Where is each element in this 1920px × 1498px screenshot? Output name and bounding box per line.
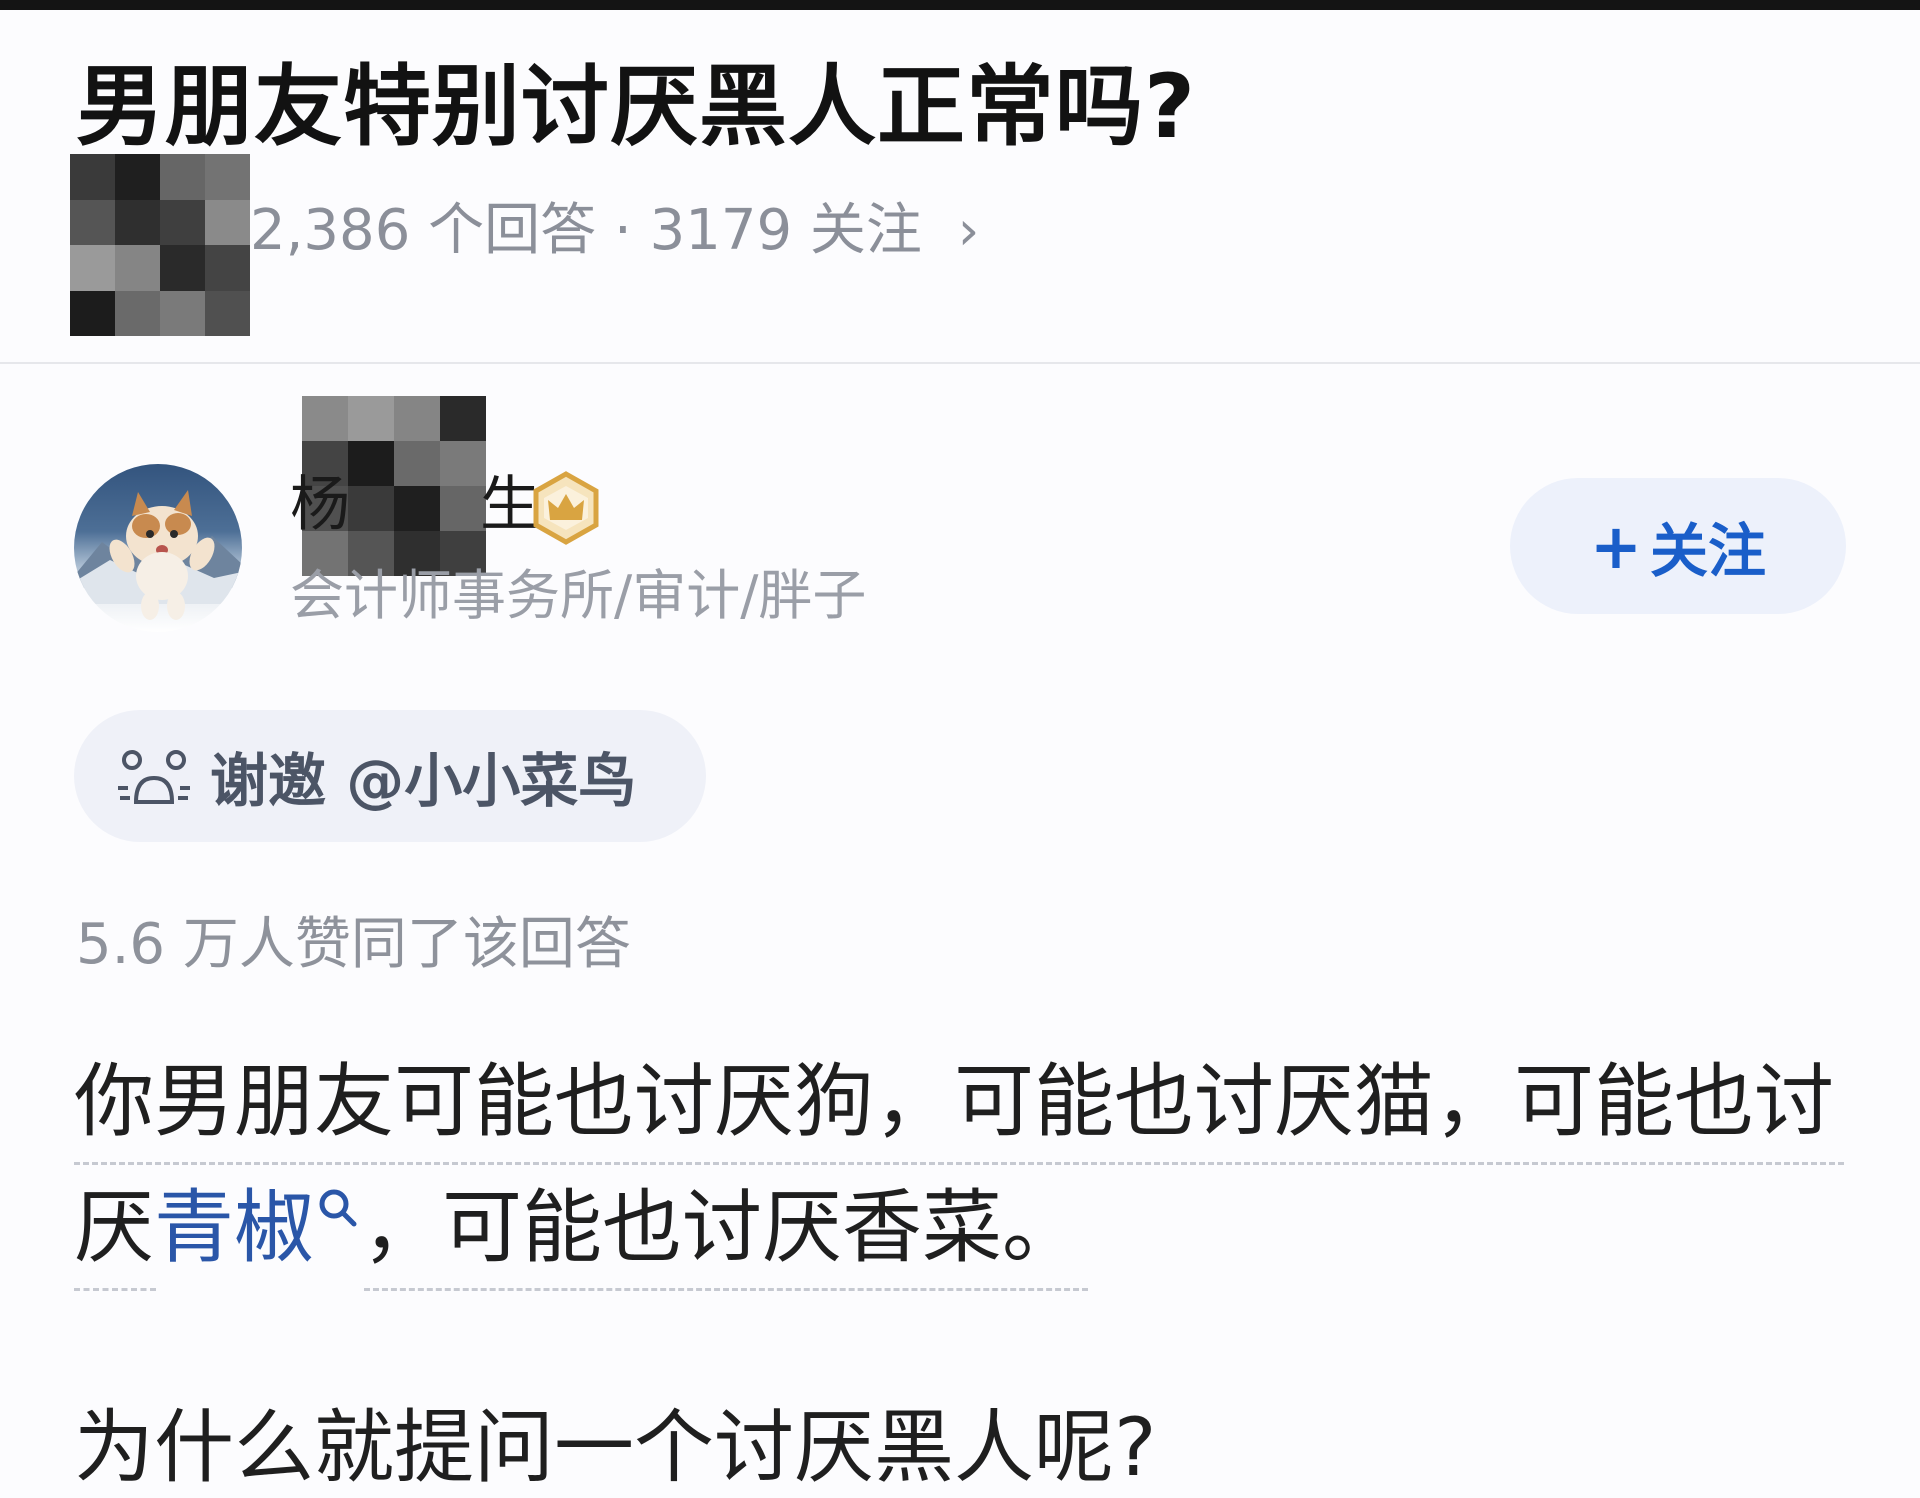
author-name-first: 杨: [290, 470, 350, 540]
answer-line-2: 厌青椒 ，可能也讨厌香菜。: [74, 1178, 1082, 1278]
pixelated-censor-block: [70, 154, 250, 336]
answer-line-2-pre: 厌: [74, 1181, 154, 1274]
reading-dashed-line: [74, 1162, 1844, 1165]
cat-avatar-icon: [74, 490, 242, 620]
follow-button[interactable]: + 关注: [1510, 478, 1846, 614]
section-divider: [0, 362, 1920, 364]
crown-badge-icon[interactable]: [528, 470, 604, 546]
invite-tag[interactable]: 谢邀 @小小菜鸟: [74, 710, 706, 842]
reading-dashed-line: [364, 1288, 1088, 1291]
invite-people-icon: [118, 750, 190, 804]
author-bio: 会计师事务所/审计/胖子: [290, 564, 867, 627]
meta-separator: ·: [613, 198, 632, 263]
answer-line-1: 你男朋友可能也讨厌狗，可能也讨厌猫，可能也讨: [74, 1055, 1834, 1148]
likes-summary[interactable]: 5.6 万人赞同了该回答: [76, 910, 631, 980]
top-status-strip: [0, 0, 1920, 10]
chevron-right-icon: ›: [957, 199, 980, 262]
plus-icon: +: [1590, 509, 1642, 583]
question-meta[interactable]: 2,386 个回答 · 3179 关注 ›: [250, 196, 979, 266]
reading-dashed-line: [74, 1288, 156, 1291]
answer-line-3: 为什么就提问一个讨厌黑人呢?: [74, 1401, 1157, 1494]
follow-button-label: 关注: [1649, 517, 1766, 585]
answer-line-2-post: ，可能也讨厌香菜。: [362, 1181, 1082, 1274]
author-name[interactable]: 杨生: [290, 470, 540, 540]
search-icon[interactable]: [314, 1184, 362, 1232]
follows-count: 3179 关注: [649, 198, 922, 263]
keyword-link[interactable]: 青椒: [154, 1181, 314, 1274]
invite-label: 谢邀 @小小菜鸟: [210, 747, 637, 815]
question-title[interactable]: 男朋友特别讨厌黑人正常吗?: [76, 52, 1196, 162]
avatar[interactable]: [74, 464, 242, 632]
answers-count: 2,386 个回答: [250, 198, 597, 263]
